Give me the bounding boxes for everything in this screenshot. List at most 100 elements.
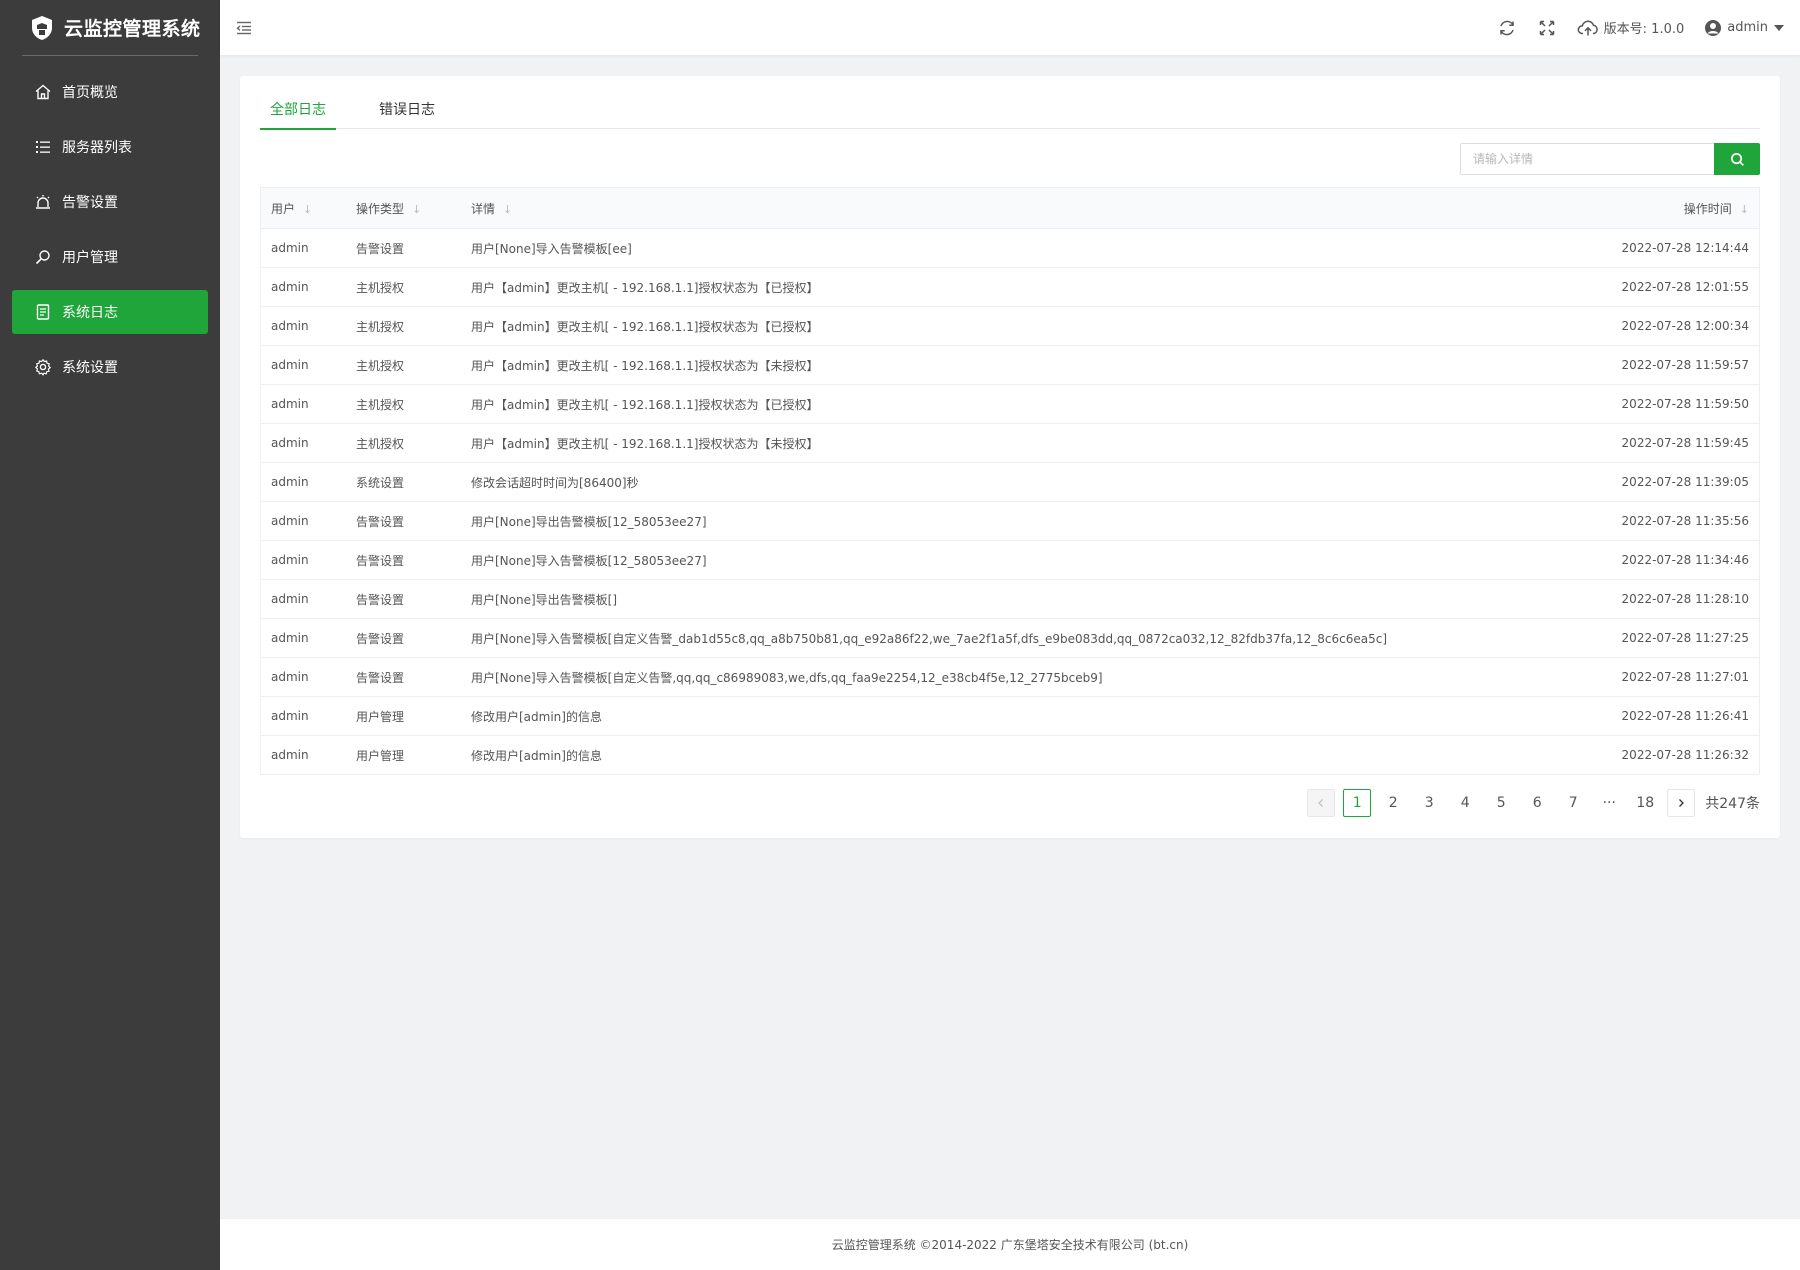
user-menu[interactable]: admin: [1704, 19, 1784, 37]
sidebar-item-label: 告警设置: [62, 195, 118, 211]
search-icon: [1730, 152, 1744, 166]
fullscreen-icon[interactable]: [1537, 18, 1557, 38]
app-title: 云监控管理系统: [64, 18, 201, 40]
table-row: admin 告警设置 用户[None]导入告警模板[12_58053ee27] 202…: [261, 541, 1759, 580]
cell-detail: 用户【admin】更改主机[ - 192.168.1.1]授权状态为【已授权】: [471, 397, 819, 412]
menu-fold-icon[interactable]: [234, 18, 254, 38]
table-row: admin 系统设置 修改会话超时时间为[86400]秒 2022-07-28 11:…: [261, 463, 1759, 502]
table-row: admin 主机授权 用户【admin】更改主机[ - 192.168.1.1]授权…: [261, 307, 1759, 346]
cell-type: 主机授权: [356, 397, 405, 412]
sidebar-item-logs[interactable]: 系统日志: [12, 290, 208, 334]
page-number[interactable]: 18: [1631, 789, 1659, 817]
page-number[interactable]: 7: [1559, 789, 1587, 817]
log-table: 用户 ↓ 操作类型 ↓ 详情 ↓ 操作时间 ↓ admin 告警设置 用户[None]导入告…: [260, 187, 1760, 775]
sidebar-item-label: 服务器列表: [62, 140, 132, 156]
tab-all-logs[interactable]: 全部日志: [260, 94, 336, 130]
prev-page-button[interactable]: [1307, 789, 1336, 817]
table-row: admin 主机授权 用户【admin】更改主机[ - 192.168.1.1]授权…: [261, 424, 1759, 463]
footer: 云监控管理系统 ©2014-2022 广东堡塔安全技术有限公司 (bt.cn): [220, 1218, 1800, 1270]
sort-icon: ↓: [303, 202, 313, 216]
cell-time: 2022-07-28 11:59:45: [1621, 436, 1749, 450]
page-number[interactable]: 5: [1487, 789, 1515, 817]
cell-type: 系统设置: [356, 475, 405, 490]
home-icon: [34, 83, 52, 101]
page-number[interactable]: 4: [1451, 789, 1479, 817]
cell-type: 告警设置: [356, 670, 405, 685]
cell-detail: 修改用户[admin]的信息: [471, 748, 602, 763]
page-number[interactable]: 6: [1523, 789, 1551, 817]
cell-type: 主机授权: [356, 436, 405, 451]
username: admin: [1727, 20, 1768, 35]
cell-time: 2022-07-28 11:59:50: [1621, 397, 1749, 411]
next-page-button[interactable]: [1667, 789, 1696, 817]
cell-user: admin: [271, 319, 309, 333]
column-header-time[interactable]: 操作时间 ↓: [1579, 200, 1759, 217]
sort-icon: ↓: [412, 202, 422, 216]
page-number[interactable]: 3: [1415, 789, 1443, 817]
cell-type: 用户管理: [356, 748, 405, 763]
cell-time: 2022-07-28 12:00:34: [1621, 319, 1749, 333]
cell-time: 2022-07-28 11:35:56: [1621, 514, 1749, 528]
cloud-upload-icon: [1577, 18, 1599, 38]
cell-time: 2022-07-28 12:01:55: [1621, 280, 1749, 294]
page-number[interactable]: 2: [1379, 789, 1407, 817]
top-bar: 版本号: 1.0.0 admin: [220, 0, 1800, 55]
cell-user: admin: [271, 709, 309, 723]
table-row: admin 主机授权 用户【admin】更改主机[ - 192.168.1.1]授权…: [261, 346, 1759, 385]
cell-type: 主机授权: [356, 319, 405, 334]
table-row: admin 告警设置 用户[None]导入告警模板[自定义告警,qq,qq_c869…: [261, 658, 1759, 697]
user-search-icon: [34, 248, 52, 266]
table-body: admin 告警设置 用户[None]导入告警模板[ee] 2022-07-28 12…: [261, 229, 1759, 775]
cell-detail: 用户[None]导出告警模板[]: [471, 592, 618, 607]
sidebar-item-overview[interactable]: 首页概览: [12, 70, 208, 114]
list-icon: [34, 138, 52, 156]
sidebar-item-users[interactable]: 用户管理: [12, 235, 208, 279]
chevron-left-icon: [1318, 799, 1324, 807]
column-header-type[interactable]: 操作类型 ↓: [346, 200, 461, 217]
cell-user: admin: [271, 241, 309, 255]
cell-user: admin: [271, 592, 309, 606]
cell-user: admin: [271, 670, 309, 684]
cell-detail: 用户[None]导出告警模板[12_58053ee27]: [471, 514, 707, 529]
column-header-detail[interactable]: 详情 ↓: [461, 200, 1579, 217]
version-label: 版本号: 1.0.0: [1603, 22, 1685, 37]
page-ellipsis: ···: [1602, 795, 1616, 811]
refresh-icon[interactable]: [1497, 18, 1517, 38]
sidebar: 云监控管理系统 首页概览 服务器列表 告警设置 用户管理 系统日志 系统设置: [0, 0, 220, 1270]
version-info: 版本号: 1.0.0: [1577, 18, 1685, 38]
cell-detail: 修改会话超时时间为[86400]秒: [471, 475, 639, 490]
gear-icon: [34, 358, 52, 376]
cell-time: 2022-07-28 11:28:10: [1621, 592, 1749, 606]
sidebar-item-settings[interactable]: 系统设置: [12, 345, 208, 389]
tab-error-logs[interactable]: 错误日志: [369, 94, 445, 129]
cell-detail: 用户[None]导入告警模板[12_58053ee27]: [471, 553, 707, 568]
sort-icon: ↓: [1739, 202, 1749, 216]
sidebar-item-alarm[interactable]: 告警设置: [12, 180, 208, 224]
logo: 云监控管理系统: [22, 0, 201, 56]
table-row: admin 用户管理 修改用户[admin]的信息 2022-07-28 11:26:…: [261, 736, 1759, 775]
cell-detail: 用户【admin】更改主机[ - 192.168.1.1]授权状态为【已授权】: [471, 319, 819, 334]
cell-time: 2022-07-28 12:14:44: [1621, 241, 1749, 255]
cell-user: admin: [271, 631, 309, 645]
cell-time: 2022-07-28 11:27:01: [1621, 670, 1749, 684]
cell-time: 2022-07-28 11:39:05: [1621, 475, 1749, 489]
sidebar-item-servers[interactable]: 服务器列表: [12, 125, 208, 169]
cell-detail: 用户[None]导入告警模板[自定义告警,qq,qq_c86989083,we,…: [471, 670, 1103, 685]
column-header-user[interactable]: 用户 ↓: [261, 200, 346, 217]
sidebar-item-label: 用户管理: [62, 250, 118, 266]
cell-type: 告警设置: [356, 241, 405, 256]
cell-user: admin: [271, 358, 309, 372]
pagination: 1 2 3 4 5 6 7 ··· 18 共247条: [1307, 789, 1760, 817]
alarm-icon: [34, 193, 52, 211]
page-number[interactable]: 1: [1343, 789, 1372, 817]
table-row: admin 用户管理 修改用户[admin]的信息 2022-07-28 11:26:…: [261, 697, 1759, 736]
search-button[interactable]: [1714, 143, 1760, 175]
copyright-text: 云监控管理系统 ©2014-2022 广东堡塔安全技术有限公司 (bt.cn): [831, 1238, 1189, 1252]
shield-logo-icon: [30, 15, 54, 41]
sidebar-item-label: 系统设置: [62, 360, 118, 376]
table-header: 用户 ↓ 操作类型 ↓ 详情 ↓ 操作时间 ↓: [261, 188, 1759, 229]
page-list: 1 2 3 4 5 6 7 ··· 18: [1343, 789, 1667, 817]
search-input[interactable]: [1460, 143, 1714, 175]
log-panel: 全部日志 错误日志 用户↓ 操作类型↓ 详情↓ 操作时间↓ admin告警设置用…: [240, 76, 1780, 838]
cell-type: 用户管理: [356, 709, 405, 724]
